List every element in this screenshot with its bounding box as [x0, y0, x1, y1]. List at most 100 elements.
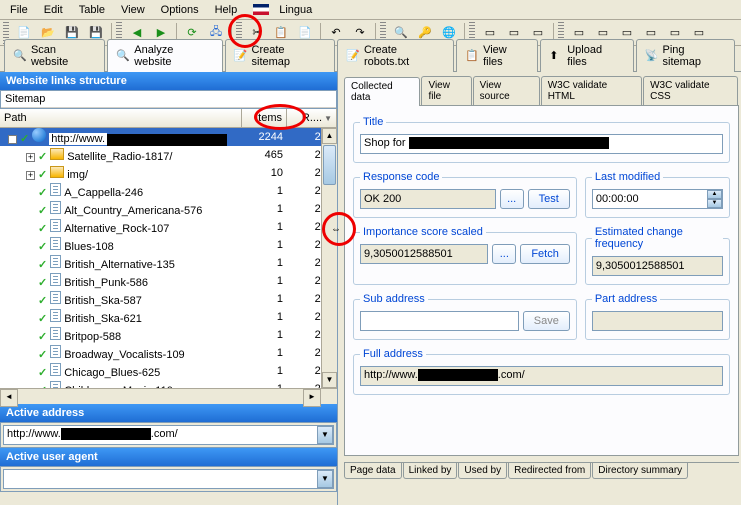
importance-label: Importance score scaled [360, 226, 486, 238]
scan-icon: 🔍 [13, 49, 27, 63]
sub-input[interactable] [360, 311, 519, 331]
menu-help[interactable]: Help [209, 2, 244, 18]
check-icon: ✓ [38, 187, 47, 199]
hscroll[interactable] [0, 388, 337, 404]
importance-more-button[interactable]: ... [492, 244, 516, 264]
bottom-tabs: Page data Linked by Used by Redirected f… [344, 462, 739, 479]
menu-table[interactable]: Table [73, 2, 111, 18]
tree-row[interactable]: ✓British_Alternative-1351200 [0, 254, 337, 272]
tab-w3c-html[interactable]: W3C validate HTML [541, 76, 642, 105]
expander-icon[interactable]: + [26, 153, 35, 162]
part-label: Part address [592, 293, 660, 305]
tree-row[interactable]: ✓British_Ska-6211200 [0, 308, 337, 326]
tab-viewfiles[interactable]: 📋View files [456, 39, 538, 72]
expander-icon[interactable]: - [8, 135, 17, 144]
active-agent-input[interactable] [3, 469, 334, 489]
check-icon: ✓ [38, 331, 47, 343]
tree-row[interactable]: ✓Britpop-5881200 [0, 326, 337, 344]
title-group: Title Shop for [353, 116, 730, 163]
tab-view-source[interactable]: View source [473, 76, 540, 105]
expander-icon[interactable]: + [26, 171, 35, 180]
sub-group: Sub address Save [353, 293, 577, 340]
robots-icon: 📝 [346, 49, 360, 63]
page-icon [50, 183, 61, 196]
tab-directory-summary[interactable]: Directory summary [592, 463, 688, 479]
menu-options[interactable]: Options [155, 2, 205, 18]
fetch-button[interactable]: Fetch [520, 244, 570, 264]
dropdown-icon[interactable]: ▼ [317, 426, 333, 444]
tree-row[interactable]: ✓Children_s_Music-1101200 [0, 380, 337, 388]
lastmod-input[interactable] [592, 189, 723, 209]
tree[interactable]: -✓http://www.2244200+✓Satellite_Radio-18… [0, 128, 337, 388]
tree-row[interactable]: +✓Satellite_Radio-1817/465200 [0, 146, 337, 164]
detail-tabs: Collected data View file View source W3C… [344, 76, 739, 106]
dropdown-icon[interactable]: ▼ [317, 470, 333, 488]
tree-row[interactable]: ✓Alternative_Rock-1071200 [0, 218, 337, 236]
tree-row[interactable]: ✓Broadway_Vocalists-1091200 [0, 344, 337, 362]
tree-row[interactable]: ✓A_Cappella-2461200 [0, 182, 337, 200]
col-items[interactable]: Items [242, 109, 287, 127]
menu-edit[interactable]: Edit [38, 2, 69, 18]
tree-row[interactable]: ✓Alt_Country_Americana-5761200 [0, 200, 337, 218]
tab-scan[interactable]: 🔍Scan website [4, 39, 105, 72]
items-cell: 1 [242, 203, 287, 215]
freq-group: Estimated change frequency [585, 226, 730, 285]
page-icon [50, 291, 61, 304]
row-label: Alt_Country_Americana-576 [64, 205, 202, 217]
tab-page-data[interactable]: Page data [344, 463, 402, 479]
tab-sitemap[interactable]: 📝Create sitemap [225, 39, 335, 72]
tab-robots[interactable]: 📝Create robots.txt [337, 39, 454, 72]
tree-row[interactable]: +✓img/10200 [0, 164, 337, 182]
title-label: Title [360, 116, 386, 128]
menu-view[interactable]: View [115, 2, 151, 18]
items-cell: 1 [242, 365, 287, 377]
items-cell: 465 [242, 149, 287, 161]
tab-linked-by[interactable]: Linked by [403, 463, 458, 479]
page-icon [50, 309, 61, 322]
tree-row[interactable]: ✓British_Punk-5861200 [0, 272, 337, 290]
full-group: Full address http://www..com/ [353, 348, 730, 395]
tree-row[interactable]: ✓British_Ska-5871200 [0, 290, 337, 308]
importance-input [360, 244, 488, 264]
tree-header: Path Items R....▼ [0, 109, 337, 128]
vscroll[interactable]: ▲▼ [321, 128, 337, 388]
spinner-icon[interactable]: ▲▼ [707, 190, 722, 208]
row-label: British_Ska-621 [64, 313, 142, 325]
tab-ping[interactable]: 📡Ping sitemap [636, 39, 735, 72]
tree-row[interactable]: ✓Blues-1081200 [0, 236, 337, 254]
items-cell: 1 [242, 347, 287, 359]
items-cell: 1 [242, 185, 287, 197]
check-icon: ✓ [38, 241, 47, 253]
col-r[interactable]: R....▼ [287, 109, 337, 127]
tab-collected-data[interactable]: Collected data [344, 77, 420, 106]
check-icon: ✓ [38, 367, 47, 379]
menu-file[interactable]: File [4, 2, 34, 18]
menu-lingua[interactable]: Lingua [247, 0, 324, 20]
tab-redirected-from[interactable]: Redirected from [508, 463, 591, 479]
folder-icon [50, 166, 64, 178]
tab-w3c-css[interactable]: W3C validate CSS [643, 76, 738, 105]
lastmod-group: Last modified ▲▼ [585, 171, 730, 218]
right-pane: Collected data View file View source W3C… [338, 72, 741, 505]
tab-used-by[interactable]: Used by [458, 463, 507, 479]
globe-icon [32, 128, 46, 142]
tree-row[interactable]: -✓http://www.2244200 [0, 128, 337, 146]
menubar: File Edit Table View Options Help Lingua [0, 0, 741, 20]
lastmod-label: Last modified [592, 171, 663, 183]
title-input[interactable]: Shop for [360, 134, 723, 154]
test-button[interactable]: Test [528, 189, 570, 209]
items-cell: 10 [242, 167, 287, 179]
tree-row[interactable]: ✓Chicago_Blues-6251200 [0, 362, 337, 380]
items-cell: 2244 [242, 131, 287, 143]
part-group: Part address [585, 293, 730, 340]
items-cell: 1 [242, 239, 287, 251]
page-icon [50, 201, 61, 214]
page-icon [50, 327, 61, 340]
save-button[interactable]: Save [523, 311, 570, 331]
active-address-input[interactable]: http://www..com/ [3, 425, 334, 445]
tab-upload[interactable]: ⬆Upload files [540, 39, 633, 72]
tab-analyze[interactable]: 🔍Analyze website [107, 39, 222, 72]
col-path[interactable]: Path [0, 109, 242, 127]
response-more-button[interactable]: ... [500, 189, 524, 209]
tab-view-file[interactable]: View file [421, 76, 471, 105]
